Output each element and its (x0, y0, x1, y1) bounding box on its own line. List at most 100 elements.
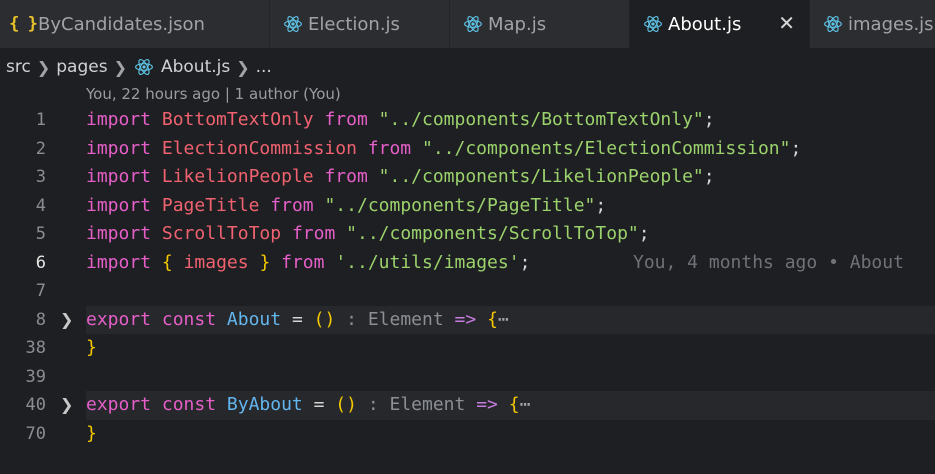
code-token: BottomTextOnly (161, 109, 314, 130)
code-line[interactable]: 3 import LikelionPeople from "../componen… (0, 163, 935, 192)
code-token: import (86, 194, 152, 216)
line-number: 2 (35, 138, 46, 159)
code-line[interactable]: 70} (0, 420, 935, 449)
code-text: import LikelionPeople from "../component… (86, 163, 935, 192)
code-token: ; (638, 223, 650, 244)
code-token: ; (790, 137, 802, 159)
breadcrumb-symbols[interactable]: ... (256, 57, 272, 77)
breadcrumb-file[interactable]: About.js (161, 57, 230, 77)
code-token: import (86, 166, 152, 187)
code-token: : Element (346, 308, 444, 330)
code-token: "../components/ElectionCommission" (422, 137, 791, 159)
tab-election-js[interactable]: Election.js (270, 0, 450, 48)
code-text: import BottomTextOnly from "../component… (86, 106, 935, 135)
code-token: export (86, 394, 152, 415)
code-line[interactable]: 5 import ScrollToTop from "../components/… (0, 220, 935, 249)
code-token: import (86, 137, 152, 159)
code-token: "../components/ScrollToTop" (346, 223, 639, 244)
code-text: export const ByAbout = () : Element => {… (86, 391, 935, 420)
line-number: 5 (35, 224, 46, 244)
code-line[interactable]: 2 import ElectionCommission from "../comp… (0, 135, 935, 164)
code-token: } (86, 422, 97, 444)
code-token: export (86, 308, 152, 330)
code-line[interactable]: 7 (0, 277, 935, 306)
code-token: ; (519, 251, 531, 273)
tab-bycandidates-json[interactable]: { } ByCandidates.json (0, 0, 270, 48)
react-icon (822, 13, 844, 35)
breadcrumb-src[interactable]: src (6, 57, 31, 77)
code-line[interactable]: 6 import { images } from '../utils/images… (0, 249, 935, 278)
code-token: from (281, 251, 325, 273)
code-token: () (335, 394, 357, 415)
chevron-right-icon: ❯ (113, 57, 127, 77)
json-braces-icon: { } (9, 14, 38, 34)
code-token: ⋯ (519, 394, 531, 415)
inline-blame: You, 4 months ago • About (633, 251, 904, 273)
code-token: ScrollToTop (161, 223, 282, 244)
line-number: 8 (35, 309, 46, 330)
code-token: => (476, 394, 498, 415)
codelens-blame[interactable]: You, 22 hours ago | 1 author (You) (86, 85, 341, 107)
tab-about-js[interactable]: About.js ✕ (630, 0, 810, 48)
code-line[interactable]: 39 (0, 363, 935, 392)
close-tab-icon[interactable]: ✕ (778, 11, 795, 35)
tab-map-js[interactable]: Map.js (450, 0, 630, 48)
code-line[interactable]: 38} (0, 334, 935, 363)
line-number: 39 (25, 366, 46, 387)
tab-label: Map.js (488, 13, 547, 35)
tab-label: Election.js (308, 13, 400, 35)
line-number: 4 (35, 195, 46, 216)
line-number: 70 (25, 423, 46, 444)
line-number: 7 (35, 281, 46, 301)
code-token: { (161, 251, 173, 273)
code-line[interactable]: 40 ❯ export const ByAbout = () : Element =… (0, 391, 935, 420)
fold-chevron-icon[interactable]: ❯ (60, 391, 73, 420)
react-icon (133, 56, 155, 78)
code-token: () (313, 308, 336, 330)
code-token: import (86, 223, 152, 244)
code-text: export const About = () : Element => {⋯ (86, 305, 935, 334)
react-icon (462, 13, 484, 35)
code-line[interactable]: 1 import BottomTextOnly from "../componen… (0, 106, 935, 135)
tab-label: images.js (848, 13, 934, 35)
code-token: = (313, 394, 325, 415)
breadcrumb-pages[interactable]: pages (56, 57, 107, 77)
code-line[interactable]: 4 import PageTitle from "../components/Pa… (0, 192, 935, 221)
code-text: } (86, 334, 935, 363)
code-token: const (161, 394, 217, 415)
code-token: "../components/PageTitle" (324, 194, 596, 216)
code-token: : Element (367, 394, 466, 415)
code-line[interactable]: 8 ❯ export const About = () : Element => {… (0, 305, 935, 335)
react-icon (642, 13, 664, 35)
line-number: 6 (35, 252, 46, 273)
line-number: 3 (35, 167, 46, 187)
code-text: } (86, 420, 935, 449)
tab-images-js[interactable]: images.js (810, 0, 935, 48)
code-token: About (226, 308, 282, 330)
code-text: import PageTitle from "../components/Pag… (86, 192, 935, 221)
fold-chevron-icon[interactable]: ❯ (60, 306, 73, 335)
